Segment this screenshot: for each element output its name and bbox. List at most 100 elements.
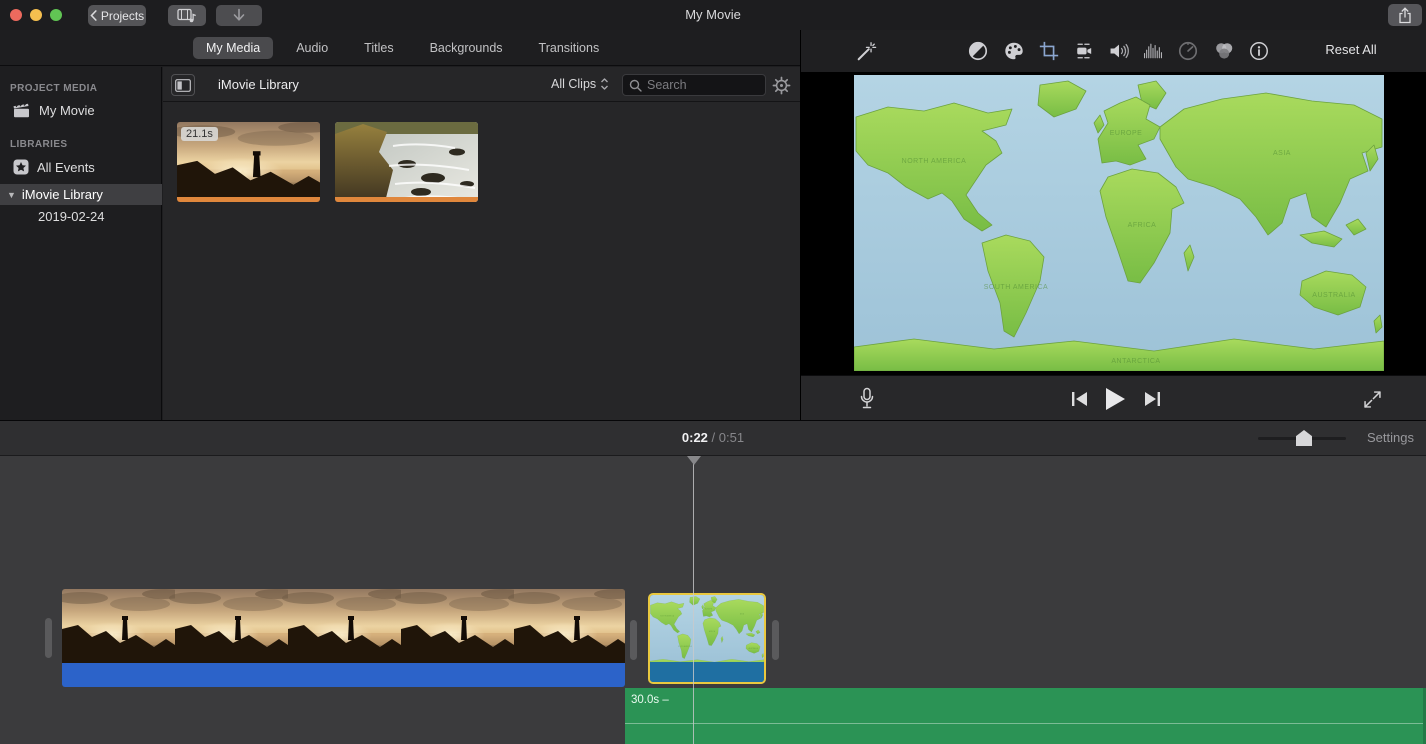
clip-thumbnail-lighthouse[interactable]: 21.1s [177, 122, 320, 202]
sidebar-item-imovie-library[interactable]: ▼ iMovie Library [0, 184, 162, 205]
media-tabs-bar: My Media Audio Titles Backgrounds Transi… [0, 30, 800, 66]
share-icon [1398, 7, 1412, 24]
browser-title: iMovie Library [218, 77, 299, 92]
coast-image [335, 122, 478, 202]
tab-titles[interactable]: Titles [351, 37, 406, 59]
color-circles-icon [1213, 40, 1235, 62]
usage-stripe [335, 197, 478, 202]
music-clip-divider [625, 723, 1423, 724]
timeline-clip-background-music[interactable]: 30.0s – [625, 688, 1426, 744]
crop-button[interactable] [1038, 40, 1060, 62]
previous-button[interactable] [1066, 386, 1092, 412]
media-pane: My Media Audio Titles Backgrounds Transi… [0, 30, 800, 420]
sidebar-item-label: All Events [37, 160, 95, 175]
timeline-toolbar: 0:22 / 0:51 Settings [0, 420, 1426, 456]
filmstrip-frames [62, 589, 625, 663]
speaker-icon [1108, 40, 1130, 62]
fullscreen-button[interactable] [1359, 386, 1385, 412]
play-button[interactable] [1102, 386, 1128, 412]
clip-filter-button[interactable] [1213, 40, 1235, 62]
timeline-settings-button[interactable]: Settings [1367, 430, 1414, 445]
video-camera-icon [1073, 40, 1095, 62]
sidebar-item-event-date[interactable]: 2019-02-24 [38, 209, 105, 224]
play-icon [1104, 387, 1126, 411]
search-input[interactable] [647, 75, 763, 95]
share-button[interactable] [1388, 4, 1422, 26]
sidebar-item-label: My Movie [39, 103, 95, 118]
tab-audio[interactable]: Audio [283, 37, 341, 59]
tab-backgrounds[interactable]: Backgrounds [417, 37, 516, 59]
skip-forward-icon [1144, 391, 1161, 407]
reset-all-button[interactable]: Reset All [1306, 42, 1396, 57]
event-date-label: 2019-02-24 [38, 209, 105, 224]
world-map-preview[interactable] [854, 75, 1384, 371]
stabilization-button[interactable] [1073, 40, 1095, 62]
music-clip-duration-label: 30.0s – [631, 694, 669, 706]
microphone-icon [859, 387, 875, 411]
info-icon [1248, 40, 1270, 62]
browser-settings-button[interactable] [769, 74, 793, 96]
contrast-circle-icon [967, 40, 989, 62]
palette-icon [1003, 40, 1025, 62]
search-box [622, 74, 766, 96]
crop-icon [1038, 40, 1060, 62]
star-box-icon [13, 159, 29, 175]
color-balance-button[interactable] [967, 40, 989, 62]
viewer-pane: Reset All [800, 30, 1426, 420]
gear-icon [772, 76, 791, 95]
all-clips-dropdown[interactable]: All Clips [551, 77, 609, 91]
timeline-zoom-slider[interactable] [1258, 437, 1346, 440]
skip-back-icon [1071, 391, 1088, 407]
playback-controls [801, 375, 1426, 420]
tab-transitions[interactable]: Transitions [526, 37, 613, 59]
search-icon [629, 79, 642, 92]
current-time: 0:22 [682, 430, 708, 445]
clapperboard-icon [13, 103, 31, 118]
browser-header: iMovie Library All Clips [163, 67, 800, 102]
trim-handle-middle[interactable] [630, 620, 637, 660]
usage-stripe [177, 197, 320, 202]
titlebar: Projects My Movie [0, 0, 1426, 30]
media-browser: iMovie Library All Clips [163, 67, 800, 420]
sidebar-item-my-movie[interactable]: My Movie [13, 103, 95, 118]
sidebar-item-label: iMovie Library [22, 187, 103, 202]
total-time: 0:51 [719, 430, 744, 445]
imovie-window: Projects My Movie My Media [0, 0, 1426, 744]
time-display: 0:22 / 0:51 [0, 430, 1426, 445]
trim-handle-left[interactable] [45, 618, 52, 658]
trim-handle-right[interactable] [772, 620, 779, 660]
clip-thumbnail-coast[interactable] [335, 122, 478, 202]
duration-badge: 21.1s [181, 127, 218, 141]
map-clip-ocean-band [650, 662, 764, 682]
speedometer-icon [1177, 40, 1199, 62]
speed-button[interactable] [1177, 40, 1199, 62]
color-correction-button[interactable] [1003, 40, 1025, 62]
enhance-button[interactable] [855, 40, 877, 62]
magic-wand-icon [855, 40, 877, 62]
playhead-handle[interactable] [687, 456, 701, 465]
sidebar-item-all-events[interactable]: All Events [13, 159, 95, 175]
libraries-header: LIBRARIES [10, 139, 68, 150]
filter-value: All Clips [551, 77, 596, 91]
window-title: My Movie [0, 7, 1426, 22]
equalizer-bars-icon [1142, 40, 1164, 62]
timeline[interactable]: 30.0s – [0, 456, 1426, 744]
preview-stage [801, 72, 1426, 375]
clip-info-button[interactable] [1248, 40, 1270, 62]
sidebar-toggle-button[interactable] [171, 74, 195, 96]
disclosure-triangle-icon[interactable]: ▼ [7, 190, 16, 200]
tab-my-media[interactable]: My Media [193, 37, 273, 59]
voiceover-button[interactable] [854, 386, 880, 412]
updown-chevrons-icon [600, 77, 609, 91]
playhead-line[interactable] [693, 456, 694, 744]
noise-reduction-button[interactable] [1142, 40, 1164, 62]
sidebar-toggle-icon [175, 79, 191, 92]
timeline-clip-map-selected[interactable] [648, 593, 766, 684]
time-separator: / [712, 430, 716, 445]
project-media-header: PROJECT MEDIA [10, 83, 97, 94]
volume-button[interactable] [1108, 40, 1130, 62]
next-button[interactable] [1139, 386, 1165, 412]
library-sidebar: PROJECT MEDIA My Movie LIBRARIES All [0, 67, 162, 420]
audio-waveform-bar [62, 663, 625, 687]
timeline-clip-lighthouse[interactable] [62, 589, 625, 687]
